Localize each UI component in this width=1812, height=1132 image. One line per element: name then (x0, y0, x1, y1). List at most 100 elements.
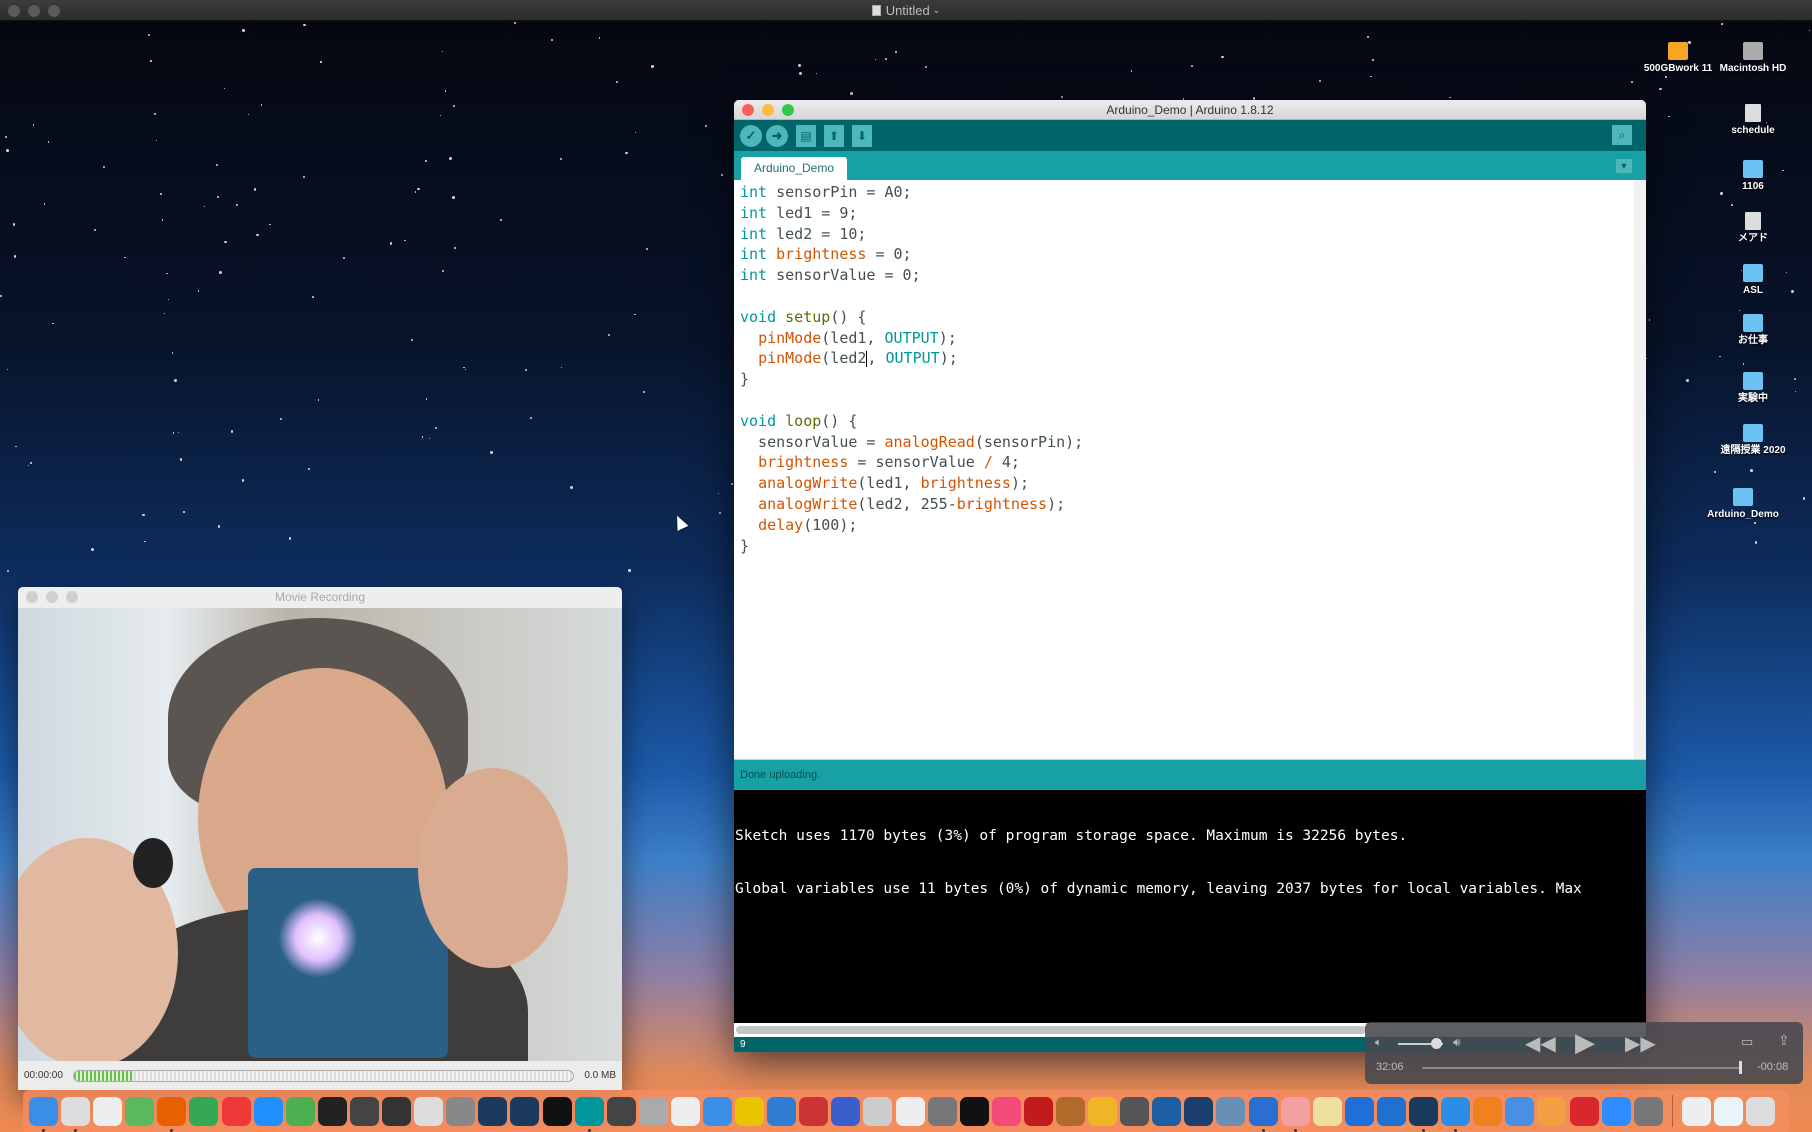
dock-claquette-icon[interactable] (1376, 1096, 1406, 1126)
zoom-button[interactable] (48, 5, 60, 17)
scrollbar-thumb[interactable] (736, 1026, 1366, 1034)
desktop-icon[interactable]: ASL (1713, 264, 1793, 297)
minimize-button[interactable] (28, 5, 40, 17)
share-icon[interactable]: ⇪ (1778, 1032, 1790, 1049)
airplay-icon[interactable]: ▭ (1741, 1034, 1753, 1050)
dock-numbers-icon[interactable] (125, 1096, 155, 1126)
desktop-icon[interactable]: 1106 (1713, 160, 1793, 193)
dock-itunes-icon[interactable] (991, 1096, 1021, 1126)
dock-bbedit-icon[interactable] (285, 1096, 315, 1126)
dock-chrome-icon[interactable] (189, 1096, 219, 1126)
dock-app-house-icon[interactable] (1184, 1096, 1214, 1126)
code-token: void (740, 307, 777, 326)
dock-pages-icon[interactable] (1537, 1096, 1567, 1126)
star (1319, 79, 1322, 82)
tab-arduino-demo[interactable]: Arduino_Demo (741, 157, 847, 180)
dock-system-preferences-icon[interactable] (1633, 1096, 1663, 1126)
dock-textedit-icon[interactable] (93, 1096, 123, 1126)
dock-terminal-icon[interactable] (317, 1096, 347, 1126)
desktop-icon[interactable]: 500GBwork 11 (1638, 42, 1718, 75)
dock-app-photo-icon[interactable] (895, 1096, 925, 1126)
play-button[interactable]: ▶ (1575, 1027, 1595, 1058)
star (93, 228, 96, 231)
star (924, 65, 927, 69)
open-sketch-button[interactable]: ⬆ (824, 124, 844, 147)
dock-quicktime-7-icon[interactable] (1441, 1096, 1471, 1132)
dock-downloads-stack-icon[interactable] (1681, 1096, 1711, 1126)
serial-monitor-button[interactable]: ⌕ (1612, 125, 1632, 145)
fast-forward-button[interactable]: ▶▶ (1625, 1031, 1656, 1056)
dock-app-free-icon[interactable] (1152, 1096, 1182, 1126)
playhead[interactable] (1738, 1061, 1742, 1074)
zoom-button[interactable] (782, 104, 794, 116)
dock-documents-stack-icon[interactable] (1713, 1096, 1743, 1126)
dock-firefox-icon[interactable] (157, 1096, 187, 1132)
dock-processing-p5-icon[interactable] (478, 1096, 508, 1126)
dock-processing-icon[interactable] (510, 1096, 540, 1126)
dock-intel-power-icon[interactable] (1248, 1096, 1278, 1132)
dock-xcode-icon[interactable] (702, 1096, 732, 1126)
dock-flash-icon[interactable] (1023, 1096, 1053, 1126)
scrubber[interactable] (1422, 1067, 1742, 1069)
close-button[interactable] (26, 591, 38, 603)
dock-trash-icon[interactable] (1746, 1096, 1776, 1126)
dock-piano-icon[interactable] (959, 1096, 989, 1126)
dock-vlc-icon[interactable] (1473, 1096, 1503, 1126)
dock-garageband-icon[interactable] (1056, 1096, 1085, 1126)
dock-p13-icon[interactable] (542, 1096, 572, 1126)
dock-preview-icon[interactable] (1216, 1096, 1246, 1126)
desktop-icon[interactable]: Arduino_Demo (1703, 488, 1783, 521)
star (721, 173, 724, 176)
desktop-icon[interactable]: Macintosh HD (1713, 42, 1793, 75)
star (256, 233, 260, 237)
dock-app-windmill-icon[interactable] (670, 1096, 700, 1126)
desktop-icon[interactable]: メアド (1713, 212, 1793, 245)
dock-app-7-icon[interactable] (349, 1096, 379, 1126)
dock-app-tools-icon[interactable] (799, 1096, 829, 1126)
desktop-icon[interactable]: お仕事 (1713, 314, 1793, 347)
zoom-button[interactable] (66, 591, 78, 603)
dock-zoom-icon[interactable] (1601, 1096, 1631, 1126)
new-sketch-button[interactable]: ▤ (796, 124, 816, 147)
chevron-down-icon[interactable]: ⌄ (933, 5, 941, 16)
dock-virtualbox-icon[interactable] (446, 1096, 476, 1126)
dock-keynote-icon[interactable] (1505, 1096, 1535, 1126)
minimize-button[interactable] (46, 591, 58, 603)
desktop-icon[interactable]: 実験中 (1713, 372, 1793, 405)
dock-app-scanner-icon[interactable] (863, 1096, 893, 1126)
dock-app-pen-icon[interactable] (831, 1096, 861, 1126)
dock-app-disc-icon[interactable] (927, 1096, 957, 1126)
dock-app-speaker-icon[interactable] (1120, 1096, 1150, 1126)
code-editor[interactable]: int sensorPin = A0; int led1 = 9; int led2… (734, 180, 1646, 759)
upload-button[interactable]: ➜ (766, 124, 788, 147)
dock-finder-icon[interactable] (29, 1096, 58, 1132)
dock-app-wave-icon[interactable] (735, 1096, 765, 1126)
dock-app-triangle-icon[interactable] (767, 1096, 797, 1126)
dock-app-check-icon[interactable] (1088, 1096, 1118, 1126)
verify-button[interactable]: ✓ (740, 124, 762, 147)
dock-quicktime-icon[interactable] (1409, 1096, 1439, 1132)
close-button[interactable] (742, 104, 754, 116)
screen-title[interactable]: Untitled (886, 3, 930, 18)
dock-app-robot-icon[interactable] (606, 1096, 636, 1126)
dock-app-apr-icon[interactable] (1312, 1096, 1342, 1126)
minimize-button[interactable] (762, 104, 774, 116)
dock-app-circle-icon[interactable] (1344, 1096, 1374, 1126)
dock-pure-data-icon[interactable] (414, 1096, 444, 1126)
dock-vivaldi-icon[interactable] (221, 1096, 251, 1126)
tab-menu-button[interactable]: ▼ (1616, 159, 1632, 173)
desktop-icon[interactable]: schedule (1713, 104, 1793, 137)
save-sketch-button[interactable]: ⬇ (852, 124, 872, 147)
dock-app-drive-icon[interactable] (638, 1096, 668, 1126)
rewind-button[interactable]: ◀◀ (1525, 1031, 1556, 1056)
dock-arduino-icon[interactable] (574, 1096, 604, 1132)
dock-app-8-icon[interactable] (382, 1096, 412, 1126)
dock-mega-icon[interactable] (1569, 1096, 1599, 1126)
dock-safari-icon[interactable] (253, 1096, 283, 1126)
desktop-icon[interactable]: 遠隔授業 2020 (1713, 424, 1793, 457)
volume-knob[interactable] (1431, 1038, 1443, 1049)
dock-script-editor-icon[interactable] (61, 1096, 91, 1132)
dock-app-graph-icon[interactable] (1280, 1096, 1310, 1132)
close-button[interactable] (8, 5, 20, 17)
